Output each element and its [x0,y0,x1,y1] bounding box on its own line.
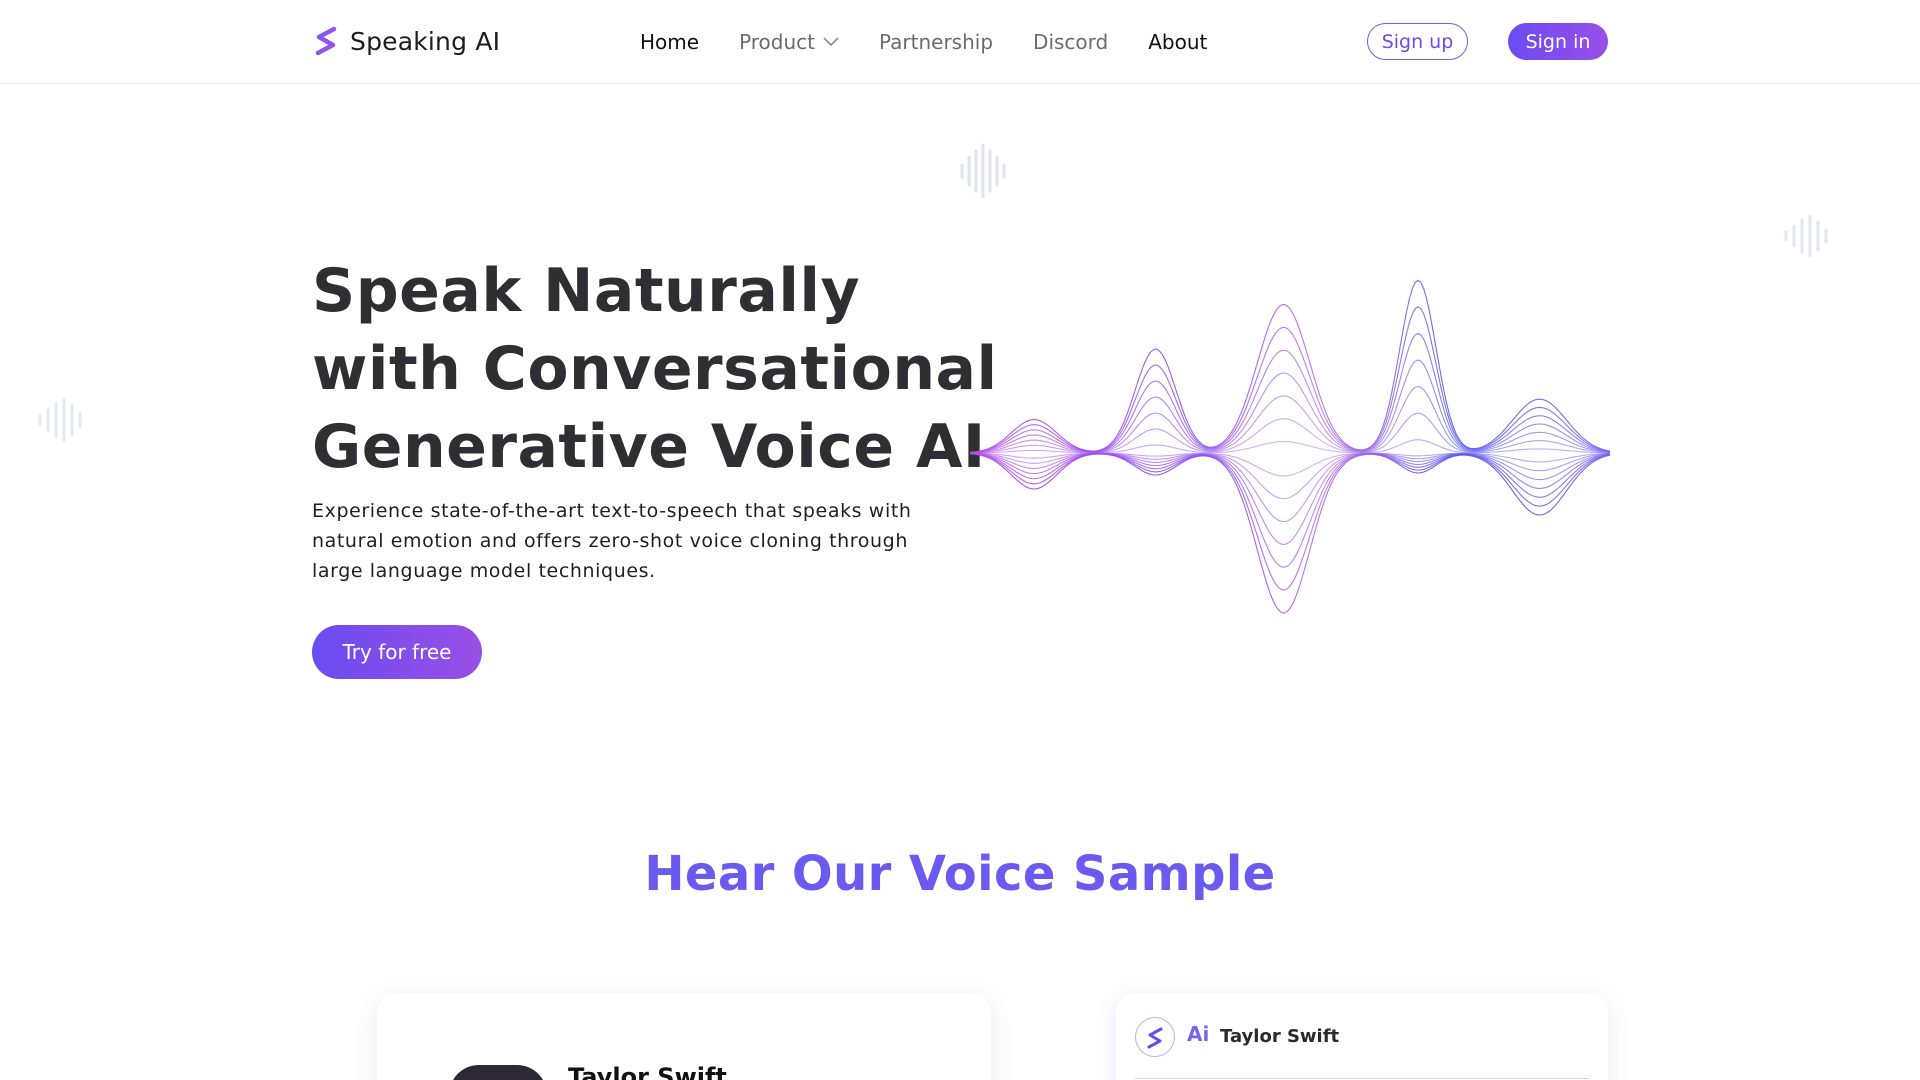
chevron-down-icon [823,37,839,47]
voice-sample-heading: Hear Our Voice Sample [644,846,1276,902]
ai-badge: Ai [1187,1022,1210,1046]
speaking-ai-logo-icon [1135,1017,1175,1057]
try-for-free-button[interactable]: Try for free [312,625,482,679]
nav-home[interactable]: Home [640,30,699,54]
brand-name: Speaking AI [350,26,501,56]
top-navbar: Speaking AI Home Product Partnership Dis… [0,0,1920,84]
avatar [449,1065,547,1080]
waveform-line [969,453,1611,591]
nav-about[interactable]: About [1148,30,1207,54]
sound-bars-icon [1784,214,1828,258]
sound-bars-icon [960,143,1006,199]
waveform-line [969,453,1611,614]
sound-bars-icon [38,397,82,443]
hero-title-line: Speak Naturally [312,256,861,326]
sign-in-button[interactable]: Sign in [1508,23,1608,60]
hero-title-line: Generative Voice AI [312,412,986,482]
speaking-ai-logo-icon [315,26,337,56]
divider [1135,1078,1589,1079]
nav-discord[interactable]: Discord [1033,30,1108,54]
nav-product[interactable]: Product [739,30,839,54]
voice-name: Taylor Swift [568,1063,727,1080]
brand[interactable]: Speaking AI [312,26,500,56]
nav-product-label: Product [739,30,815,54]
hero-title: Speak Naturally with Conversational Gene… [312,252,998,486]
waveform-line [969,306,1611,454]
voice-sample-card[interactable]: Taylor Swift [377,993,991,1080]
chat-voice-name: Taylor Swift [1220,1026,1340,1047]
voice-waveform-illustration [969,279,1611,614]
sign-up-button[interactable]: Sign up [1367,23,1468,60]
chat-preview-card[interactable]: Ai Taylor Swift [1116,993,1608,1080]
waveform-line [969,279,1611,453]
waveform-line [969,359,1611,454]
hero-subtitle: Experience state-of-the-art text-to-spee… [312,500,912,582]
hero-title-line: with Conversational [312,334,998,404]
waveform-line [969,452,1611,545]
main-nav: Home Product Partnership Discord About [640,30,1207,54]
nav-partnership[interactable]: Partnership [879,30,993,54]
